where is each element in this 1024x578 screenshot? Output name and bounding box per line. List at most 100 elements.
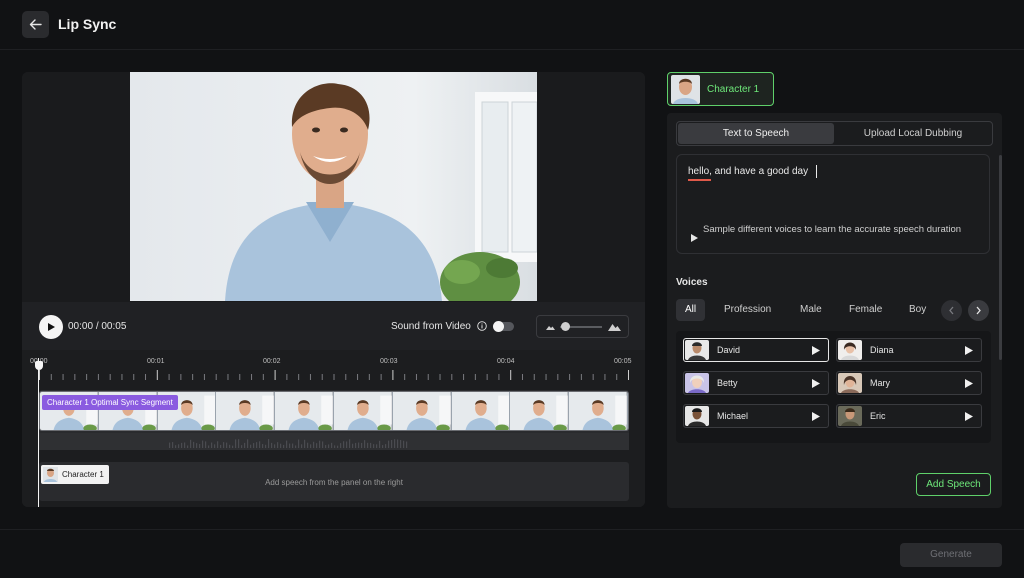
mode-tabs: Text to Speech Upload Local Dubbing [676,121,993,146]
filters-next-button[interactable] [968,300,989,321]
waveform-bar [187,445,189,448]
player-controls: 00:00 / 00:05 Sound from Video [22,302,645,350]
waveform-bar [286,440,288,448]
waveform-bar [214,444,216,448]
waveform-bar [202,440,204,448]
play-icon[interactable] [812,379,820,388]
voice-item-diana[interactable]: Diana [836,338,982,362]
back-button[interactable] [22,11,49,38]
voices-heading: Voices [676,277,708,288]
chevron-left-icon [949,306,954,315]
waveform-bar [406,441,408,448]
video-thumbnail [333,392,393,430]
video-preview [22,72,645,302]
panel-scrollbar[interactable] [999,155,1002,360]
tick-label: 00:02 [263,358,281,365]
play-button[interactable] [39,315,63,339]
play-icon[interactable] [965,412,973,421]
tab-upload-local-dubbing[interactable]: Upload Local Dubbing [835,123,991,144]
tab-text-to-speech[interactable]: Text to Speech [678,123,834,144]
sound-toggle[interactable] [493,321,514,332]
waveform-bar [175,445,177,448]
waveform-bar [181,442,183,448]
add-speech-button[interactable]: Add Speech [916,473,991,496]
waveform-bar [319,440,321,448]
waveform-bar [283,444,285,448]
waveform-bar [358,442,360,448]
speech-text-input[interactable]: hello, and have a good day Sample differ… [676,154,990,254]
voice-name: Michael [717,411,749,421]
avatar [685,406,709,426]
time-ruler[interactable]: 00:00 00:01 00:02 00:03 00:04 00:05 [22,350,645,386]
voice-item-michael[interactable]: Michael [683,404,829,428]
waveform-bar [370,442,372,448]
time-display: 00:00 / 00:05 [68,321,126,332]
info-icon[interactable] [477,321,487,331]
waveform-bar [253,443,255,448]
waveform-bar [238,439,240,448]
waveform-bar [205,441,207,448]
character-tab[interactable]: Character 1 [667,72,774,106]
waveform-bar [274,444,276,448]
waveform-bar [352,443,354,448]
video-thumbnail [392,392,452,430]
page-title: Lip Sync [58,16,117,32]
speech-track[interactable]: Character 1 Add speech from the panel on… [39,462,629,501]
play-icon[interactable] [812,412,820,421]
waveform-bar [349,439,351,448]
waveform-bar [364,440,366,448]
zoom-in-mountain-icon[interactable] [608,321,621,332]
sync-segment-tag[interactable]: Character 1 Optimal Sync Segment [42,395,178,410]
voice-list: David Diana Betty Mary Michael Eric [676,331,991,443]
voice-item-david[interactable]: David [683,338,829,362]
total-duration: 00:05 [101,321,127,332]
play-icon[interactable] [812,346,820,355]
waveform-bar [334,445,336,448]
speech-panel: Text to Speech Upload Local Dubbing hell… [667,113,1002,508]
waveform-bar [304,439,306,448]
playhead-line[interactable] [38,358,39,507]
filter-boy[interactable]: Boy [909,299,926,321]
voice-item-eric[interactable]: Eric [836,404,982,428]
tick-label: 00:01 [147,358,165,365]
timeline-zoom-control [536,315,629,338]
sample-play-icon[interactable] [690,234,698,242]
video-frame[interactable] [130,72,537,301]
toggle-knob [493,321,504,332]
filter-female[interactable]: Female [849,299,882,321]
waveform-bar [373,444,375,448]
filter-all[interactable]: All [676,299,706,321]
waveform-bar [208,445,210,448]
voice-name: Mary [870,378,890,388]
playhead-handle[interactable] [35,361,43,370]
waveform-bar [376,444,378,448]
filter-profession[interactable]: Profession [724,299,771,321]
filter-male[interactable]: Male [800,299,822,321]
play-icon[interactable] [965,346,973,355]
speech-track-hint: Add speech from the panel on the right [265,478,403,487]
voice-item-betty[interactable]: Betty [683,371,829,395]
waveform-bar [172,442,174,448]
voice-item-mary[interactable]: Mary [836,371,982,395]
waveform-bar [367,442,369,448]
play-icon[interactable] [965,379,973,388]
waveform-bar [190,439,192,448]
filters-prev-button[interactable] [941,300,962,321]
video-thumbnail [216,392,276,430]
zoom-slider-handle[interactable] [561,322,570,331]
avatar [838,406,862,426]
avatar [838,340,862,360]
waveform-bar [400,439,402,448]
waveform-bar [241,445,243,448]
waveform-bar [199,444,201,448]
generate-button[interactable]: Generate [900,543,1002,567]
waveform-bar [307,442,309,448]
spellcheck-underline [688,179,711,181]
waveform-bar [256,442,258,448]
avatar [685,373,709,393]
waveform-bar [217,441,219,448]
waveform-bar [280,443,282,448]
waveform-bar [313,441,315,448]
video-thumbnail [275,392,334,430]
zoom-out-mountain-icon[interactable] [546,323,555,331]
